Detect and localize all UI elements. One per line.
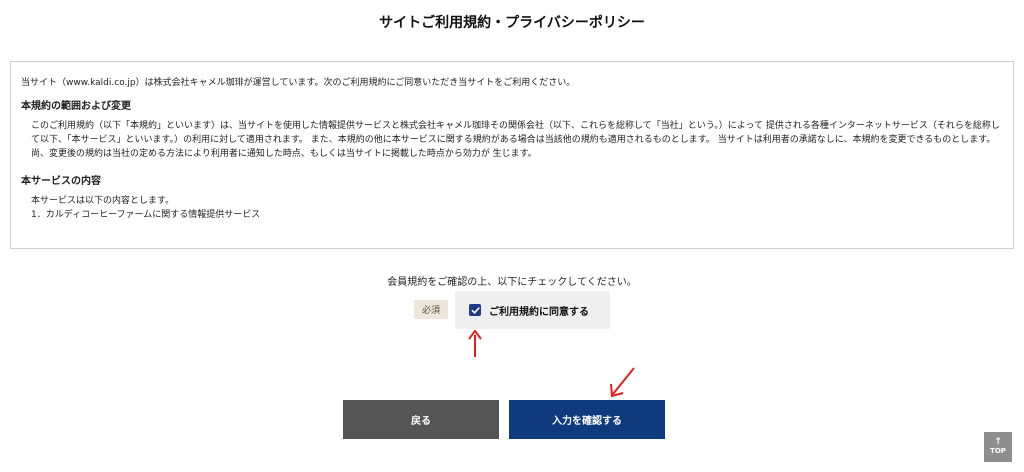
page-title: サイトご利用規約・プライバシーポリシー <box>379 15 645 31</box>
required-badge: 必須 <box>414 300 448 319</box>
terms-section-body: 本サービスは以下の内容とします。 <box>31 196 175 206</box>
confirm-input-button[interactable]: 入力を確認する <box>509 400 665 439</box>
terms-section-heading: 本規約の範囲および変更 <box>21 101 131 112</box>
back-to-top-button[interactable]: ↑ TOP <box>984 432 1012 462</box>
back-button[interactable]: 戻る <box>343 400 499 439</box>
arrow-up-icon <box>468 330 482 357</box>
arrow-up-icon: ↑ <box>994 437 1002 447</box>
agree-checkbox-area[interactable]: ご利用規約に同意する <box>455 291 610 329</box>
agree-label: ご利用規約に同意する <box>489 306 589 318</box>
terms-scroll-box[interactable]: 当サイト（www.kaldi.co.jp）は株式会社キャメル珈琲が運営しています… <box>10 61 1014 249</box>
checkmark-icon <box>471 306 480 314</box>
terms-section-body: このご利用規約（以下「本規約」といいます）は、当サイトを使用した情報提供サービス… <box>31 121 1000 159</box>
arrow-down-left-icon <box>610 367 635 398</box>
terms-content: 当サイト（www.kaldi.co.jp）は株式会社キャメル珈琲が運営しています… <box>11 62 1013 222</box>
confirm-instruction: 会員規約をご確認の上、以下にチェックしてください。 <box>387 277 637 288</box>
terms-intro: 当サイト（www.kaldi.co.jp）は株式会社キャメル珈琲が運営しています… <box>21 78 576 88</box>
agree-checkbox[interactable] <box>469 304 481 316</box>
terms-section-heading: 本サービスの内容 <box>21 176 101 187</box>
terms-page: サイトご利用規約・プライバシーポリシー 当サイト（www.kaldi.co.jp… <box>0 0 1024 472</box>
terms-list-item: 1．カルディコーヒーファームに関する情報提供サービス <box>31 210 261 220</box>
top-label: TOP <box>990 447 1006 455</box>
